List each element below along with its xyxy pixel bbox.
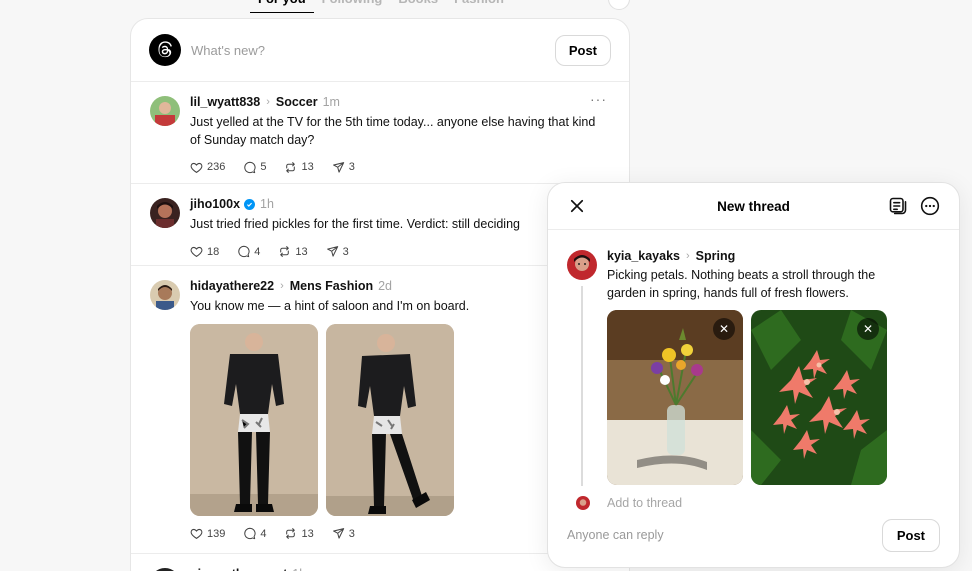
modal-header: New thread <box>548 183 959 230</box>
reply-count: 5 <box>260 161 267 173</box>
post-topic[interactable]: Soccer <box>276 95 318 109</box>
reply-permission-button[interactable]: Anyone can reply <box>567 528 664 542</box>
draft-post: kyia_kayaks › Spring Picking petals. Not… <box>607 249 941 485</box>
repost-button[interactable]: 13 <box>278 245 308 258</box>
send-icon <box>326 246 338 257</box>
post-username[interactable]: lil_wyatt838 <box>190 95 260 109</box>
share-count: 3 <box>342 245 349 258</box>
tab-following[interactable]: Following <box>314 0 391 13</box>
repost-count: 13 <box>301 161 314 173</box>
heart-icon <box>190 246 203 257</box>
repost-count: 13 <box>295 245 308 258</box>
modal-title: New thread <box>717 198 790 214</box>
thread-line <box>581 286 583 486</box>
send-icon <box>332 161 344 173</box>
post-time: 2d <box>378 279 392 293</box>
reply-count: 4 <box>260 527 267 540</box>
like-count: 18 <box>207 245 220 258</box>
post-actions: 236 5 13 3 <box>190 149 609 185</box>
remove-photo-button[interactable]: ✕ <box>857 318 879 340</box>
post-time: 1h <box>292 567 306 571</box>
share-button[interactable]: 3 <box>332 161 355 174</box>
tab-fashion[interactable]: Fashion <box>446 0 512 13</box>
comment-icon <box>244 161 256 173</box>
repost-count: 13 <box>301 527 314 540</box>
verified-badge-icon <box>244 198 256 210</box>
repost-button[interactable]: 13 <box>284 527 314 540</box>
repost-button[interactable]: 13 <box>284 161 314 174</box>
post-time: 1h <box>260 197 274 211</box>
draft-username: kyia_kayaks <box>607 249 680 263</box>
more-options-icon[interactable]: ··· <box>590 91 607 107</box>
like-button[interactable]: 18 <box>190 245 219 258</box>
avatar <box>576 496 590 510</box>
draft-text-input[interactable]: Picking petals. Nothing beats a stroll t… <box>607 266 897 302</box>
avatar[interactable] <box>150 280 180 310</box>
avatar[interactable] <box>150 96 180 126</box>
new-thread-modal: New thread kyia_kayaks › Spring Picking … <box>547 182 960 568</box>
chevron-right-icon: › <box>280 280 284 292</box>
post-time: 1m <box>322 95 340 109</box>
repost-icon <box>286 528 296 539</box>
like-button[interactable]: 236 <box>190 161 225 174</box>
composer-post-button[interactable]: Post <box>554 34 611 66</box>
like-count: 139 <box>207 527 226 540</box>
threads-logo-icon <box>149 34 181 66</box>
like-button[interactable]: 139 <box>190 527 225 540</box>
share-count: 3 <box>348 527 355 540</box>
reply-button[interactable]: 4 <box>243 527 266 540</box>
reply-button[interactable]: 5 <box>243 161 266 174</box>
composer: What's new? Post <box>131 19 629 82</box>
avatar[interactable] <box>150 198 180 228</box>
remove-photo-button[interactable]: ✕ <box>713 318 735 340</box>
close-icon[interactable] <box>568 197 586 215</box>
draft-photo-1: ✕ <box>607 310 743 485</box>
post-photo-1[interactable] <box>190 323 318 516</box>
heart-icon <box>190 162 203 173</box>
chevron-right-icon: › <box>266 96 270 108</box>
post-photo-2[interactable] <box>326 323 454 516</box>
post-text: Just yelled at the TV for the 5th time t… <box>190 115 596 147</box>
tab-books[interactable]: Books <box>390 0 446 13</box>
composer-input[interactable]: What's new? <box>191 43 555 58</box>
draft-photo-2: ✕ <box>751 310 887 485</box>
comment-icon <box>238 245 250 258</box>
tab-for-you[interactable]: For you <box>250 0 314 13</box>
post-username[interactable]: hidayathere22 <box>190 279 274 293</box>
share-count: 3 <box>348 161 355 173</box>
feed-tabs: For you Following Books Fashion <box>250 0 512 13</box>
more-circle-icon[interactable] <box>920 196 940 216</box>
reply-button[interactable]: 4 <box>237 245 260 258</box>
repost-icon <box>286 161 296 173</box>
send-icon <box>332 528 344 539</box>
modal-post-button[interactable]: Post <box>881 519 940 552</box>
draft-topic[interactable]: Spring <box>696 249 736 263</box>
like-count: 236 <box>207 161 226 173</box>
comment-icon <box>244 527 256 540</box>
drafts-icon[interactable] <box>888 196 908 216</box>
repost-icon <box>280 246 290 257</box>
share-button[interactable]: 3 <box>332 527 355 540</box>
draft-photos: ✕ ✕ <box>607 310 941 485</box>
heart-icon <box>190 528 203 539</box>
post-username[interactable]: pierre_thecomet <box>190 567 287 571</box>
reply-count: 4 <box>254 245 261 258</box>
add-to-thread-input[interactable]: Add to thread <box>607 496 682 510</box>
share-button[interactable]: 3 <box>326 245 349 258</box>
avatar <box>567 250 597 280</box>
post-topic[interactable]: Mens Fashion <box>290 279 373 293</box>
feed-options-button[interactable] <box>608 0 630 10</box>
post-lil-wyatt838: lil_wyatt838 › Soccer 1m ··· Just yelled… <box>131 82 629 184</box>
post-username[interactable]: jiho100x <box>190 197 240 211</box>
chevron-right-icon: › <box>686 250 690 262</box>
